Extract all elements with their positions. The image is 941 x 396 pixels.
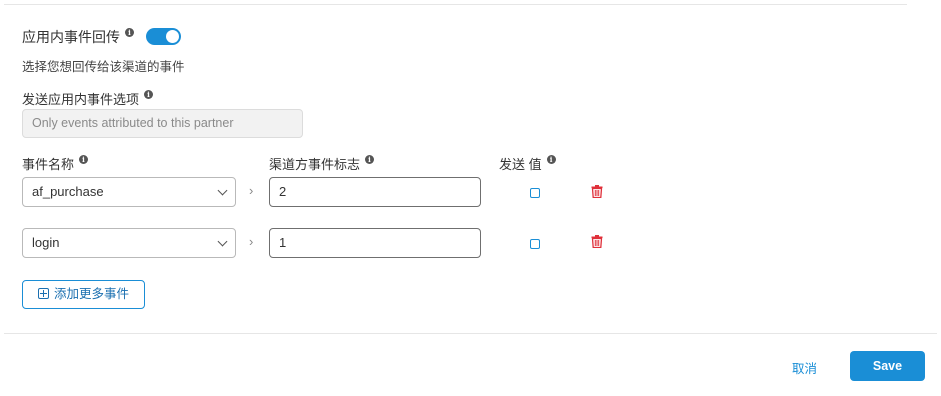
cancel-button[interactable]: 取消 [792,358,817,377]
send-option-label: 发送应用内事件选项 [22,92,140,107]
trash-icon[interactable] [591,185,603,198]
save-button[interactable]: Save [850,351,925,381]
trash-icon[interactable] [591,235,603,248]
send-option-field: Only events attributed to this partner [22,109,303,138]
event-select[interactable]: login [22,228,236,258]
add-event-label: 添加更多事件 [53,287,129,301]
info-icon: i [365,155,375,164]
partner-event-input[interactable]: 2 [269,177,481,207]
partner-event-input[interactable]: 1 [269,228,481,258]
send-value-checkbox[interactable] [530,239,540,249]
event-select-value: af_purchase [32,184,104,199]
chevron-right-icon: › [249,234,254,249]
event-name-header: 事件名称 [22,157,75,172]
send-value-checkbox[interactable] [530,188,540,198]
partner-event-header: 渠道方事件标志 [269,157,361,172]
section-title-row: 应用内事件回传 i [22,27,134,47]
chevron-down-icon [217,185,228,196]
info-icon: i [79,155,89,164]
plus-square-icon [37,288,49,300]
section-title: 应用内事件回传 [22,29,120,45]
add-event-button[interactable]: 添加更多事件 [22,280,145,309]
chevron-down-icon [217,236,228,247]
section-subtitle: 选择您想回传给该渠道的事件 [22,60,185,74]
column-header-partner-event: 渠道方事件标志 i [269,154,375,173]
send-value-header: 发送 值 [499,157,542,172]
column-header-event-name: 事件名称 i [22,154,89,173]
event-select[interactable]: af_purchase [22,177,236,207]
top-divider [4,4,907,5]
event-select-value: login [32,235,60,250]
info-icon: i [144,90,154,99]
footer-divider [4,333,937,334]
info-icon: i [546,155,556,164]
postback-toggle[interactable] [146,28,181,45]
send-option-label-row: 发送应用内事件选项 i [22,89,154,108]
info-icon: i [125,28,134,37]
toggle-knob [166,30,179,43]
column-header-send-value: 发送 值 i [499,154,556,173]
chevron-right-icon: › [249,183,254,198]
